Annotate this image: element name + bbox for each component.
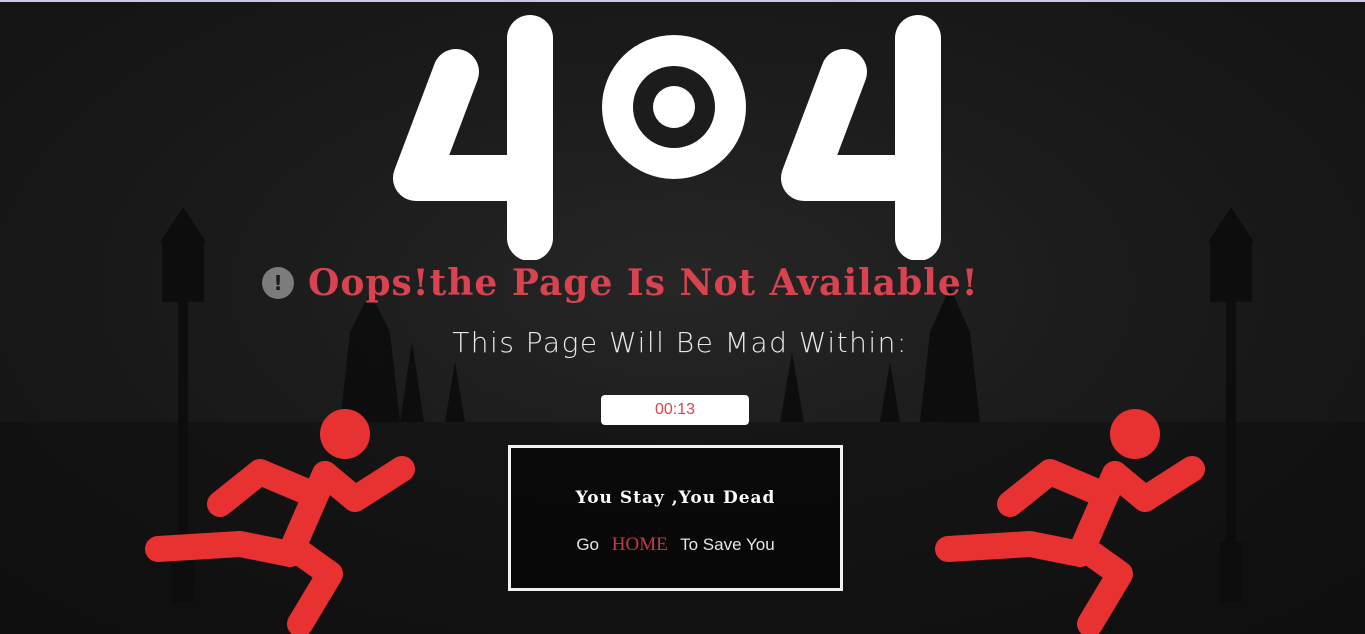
error-code-text: 404 <box>673 249 675 251</box>
exclamation-circle-icon: ! <box>262 267 294 299</box>
error-code-404-graphic: 404 <box>393 15 941 260</box>
go-home-line: Go HOME To Save You <box>511 534 840 556</box>
warning-text: You Stay ,You Dead <box>575 488 776 508</box>
home-link[interactable]: HOME <box>612 534 668 555</box>
running-man-icon <box>145 409 415 634</box>
message-box: You Stay ,You Dead Go HOME To Save You <box>508 445 843 591</box>
headline-text: Oops!the Page Is Not Available! <box>308 262 979 304</box>
headline: ! Oops!the Page Is Not Available! <box>262 258 1102 308</box>
countdown-timer: 00:13 <box>601 395 749 425</box>
go-home-prefix: Go <box>576 535 600 554</box>
countdown-subtitle: This Page Will Be Mad Within: <box>452 326 908 359</box>
go-home-suffix: To Save You <box>680 535 775 554</box>
running-man-icon <box>935 409 1205 634</box>
